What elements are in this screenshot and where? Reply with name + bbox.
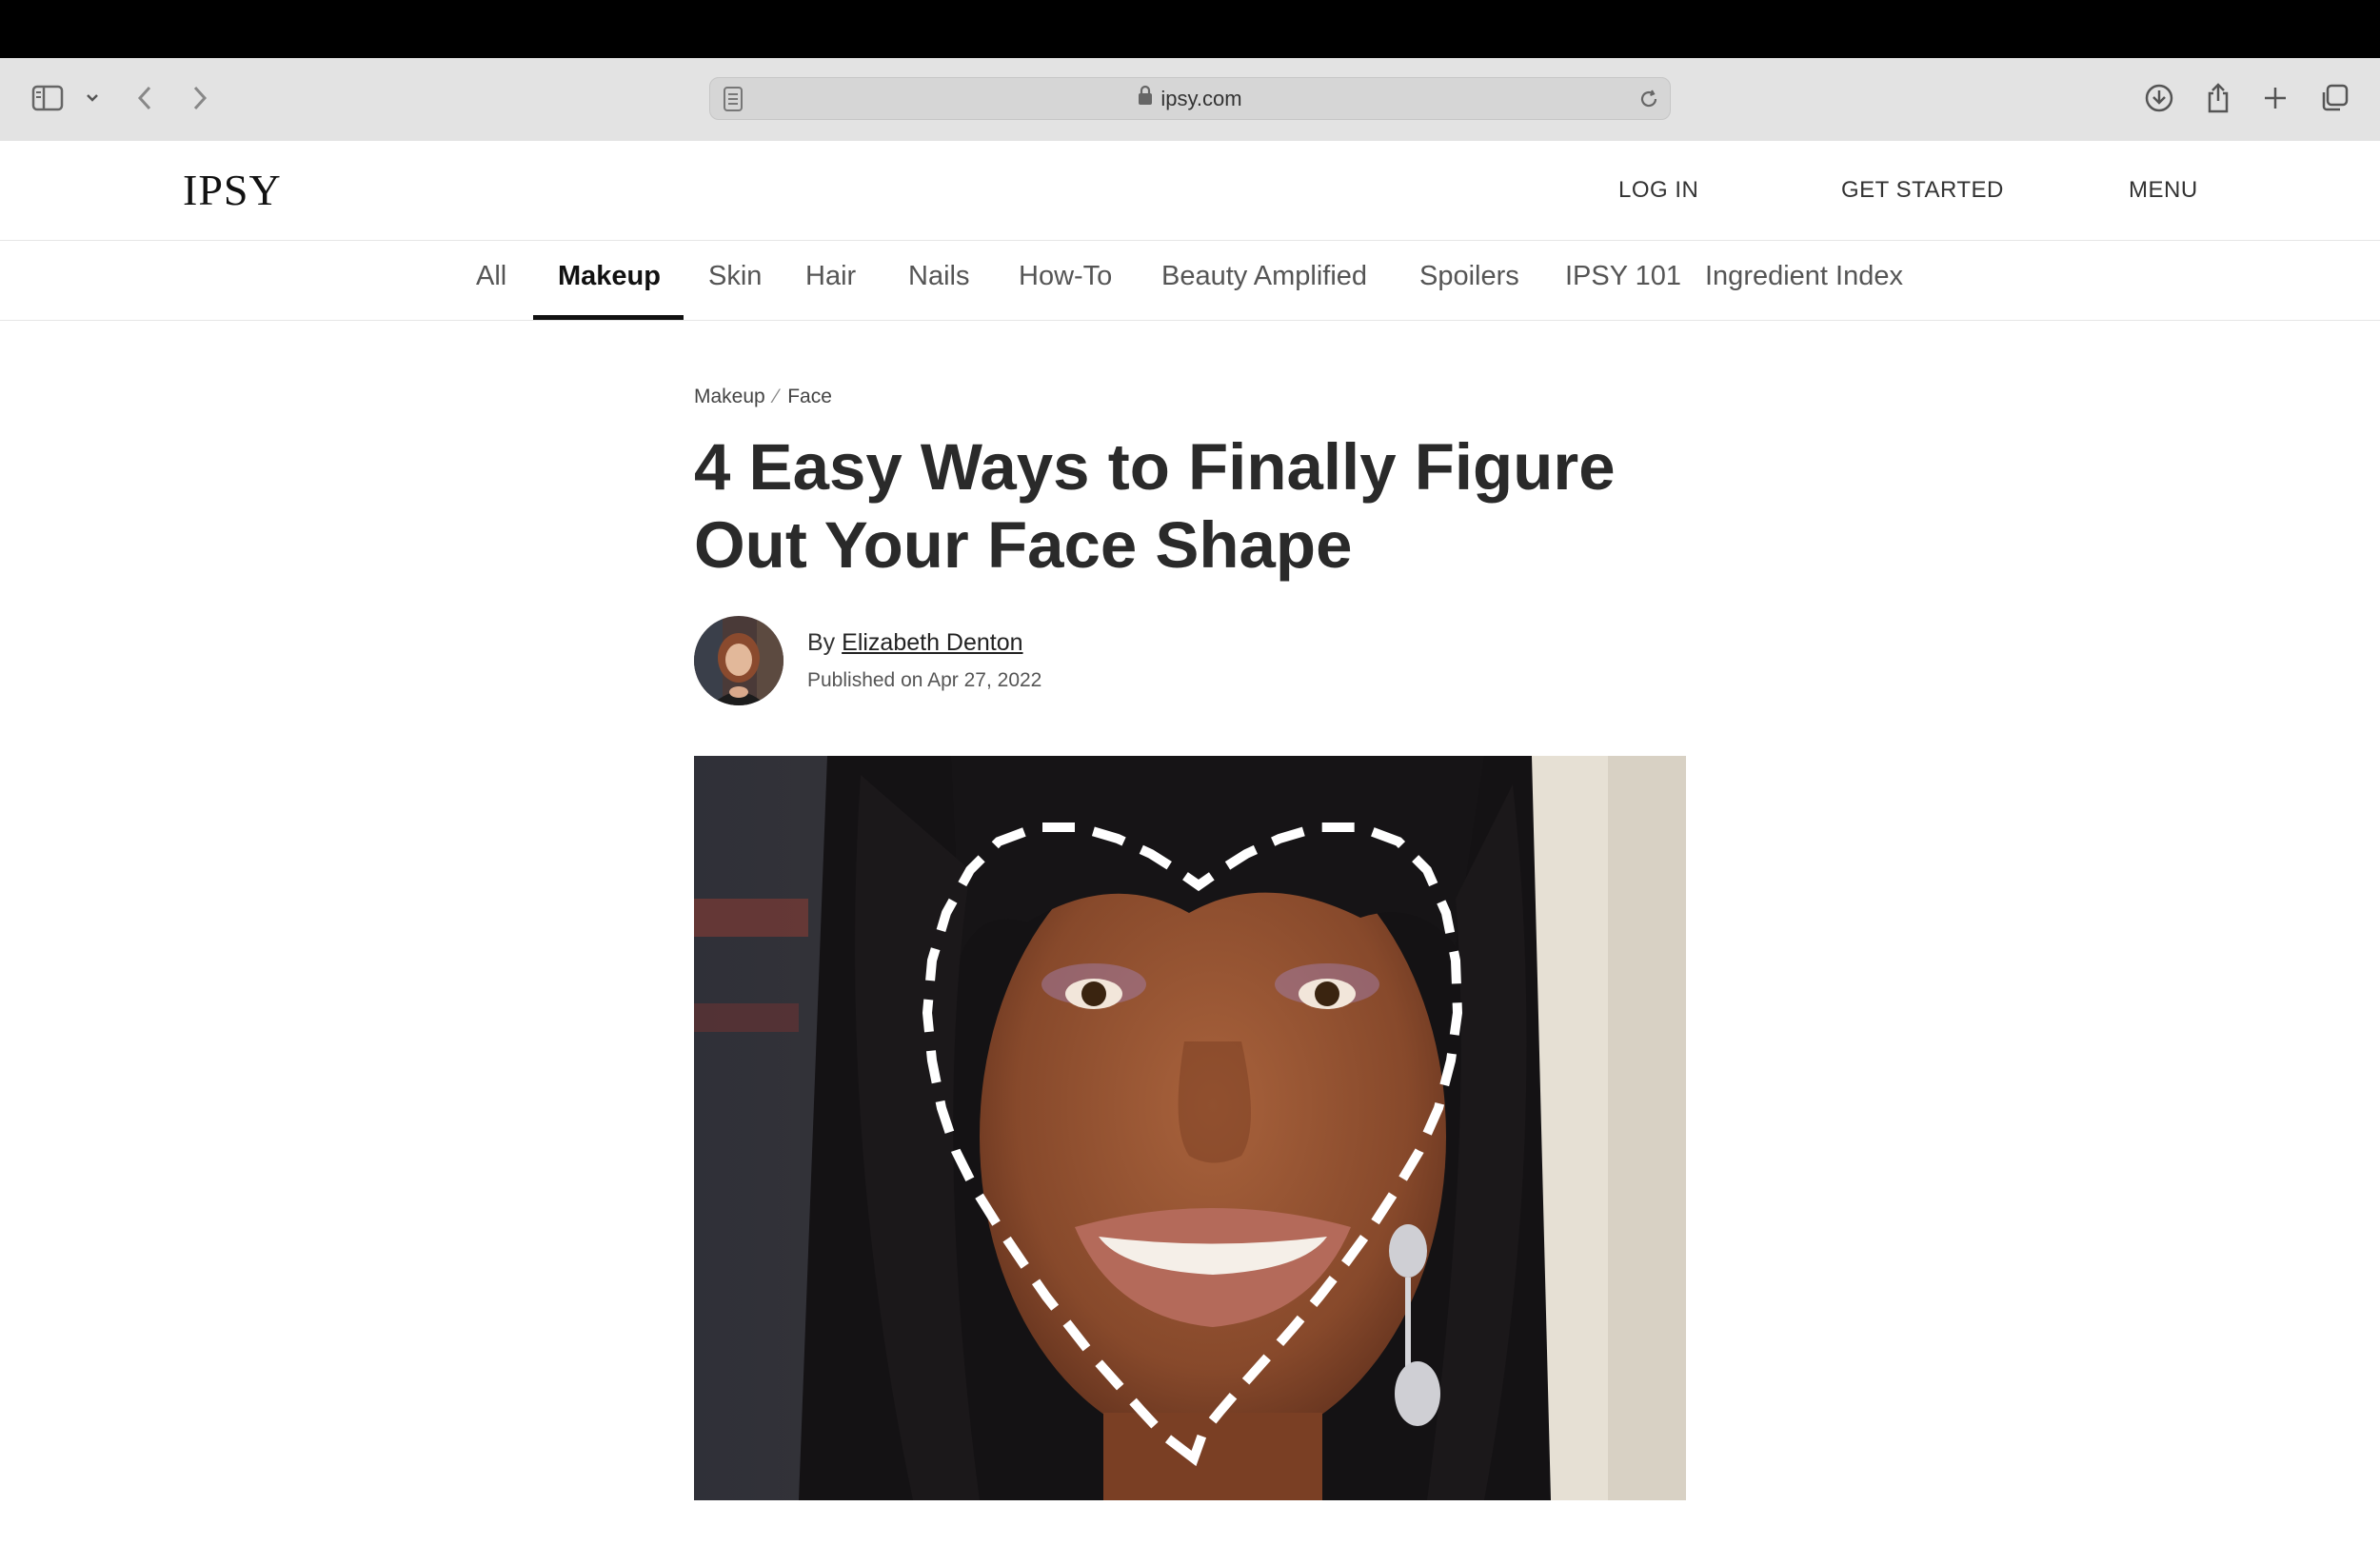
category-tab-hair[interactable]: Hair <box>805 241 856 320</box>
browser-toolbar: ipsy.com <box>0 58 2380 142</box>
category-tab-ingredient-index[interactable]: Ingredient Index <box>1705 241 1903 320</box>
system-top-bar <box>0 0 2380 58</box>
active-tab-indicator <box>533 315 684 320</box>
hero-image <box>694 756 1686 1500</box>
category-tab-makeup[interactable]: Makeup <box>558 241 661 320</box>
category-nav: All Makeup Skin Hair Nails How-To Beauty… <box>0 241 2380 321</box>
category-tab-beauty-amplified[interactable]: Beauty Amplified <box>1161 241 1367 320</box>
forward-icon[interactable] <box>177 75 223 121</box>
download-icon[interactable] <box>2136 75 2182 121</box>
breadcrumb-makeup[interactable]: Makeup <box>694 386 765 407</box>
site-header: IPSY LOG IN GET STARTED MENU <box>0 141 2380 241</box>
sidebar-icon[interactable] <box>25 75 70 121</box>
url-text: ipsy.com <box>1160 87 1242 110</box>
login-link[interactable]: LOG IN <box>1618 141 1698 240</box>
category-tab-all[interactable]: All <box>476 241 506 320</box>
author-avatar[interactable] <box>694 616 783 705</box>
publish-date: Published on Apr 27, 2022 <box>807 669 1042 691</box>
category-tab-skin[interactable]: Skin <box>708 241 762 320</box>
chevron-down-icon[interactable] <box>69 75 116 121</box>
breadcrumb-separator: ⁄ <box>774 386 779 407</box>
author-link[interactable]: Elizabeth Denton <box>842 629 1022 656</box>
tabs-overview-icon[interactable] <box>2311 75 2357 121</box>
byline-prefix: By <box>807 629 836 656</box>
reload-icon[interactable] <box>1636 86 1662 117</box>
category-tab-spoilers[interactable]: Spoilers <box>1419 241 1519 320</box>
article-title: 4 Easy Ways to Finally Figure Out Your F… <box>694 430 1616 582</box>
category-tab-how-to[interactable]: How-To <box>1019 241 1112 320</box>
address-bar[interactable]: ipsy.com <box>709 77 1671 120</box>
new-tab-icon[interactable] <box>2252 75 2298 121</box>
menu-button[interactable]: MENU <box>2129 141 2198 240</box>
byline: By Elizabeth Denton <box>807 626 1023 659</box>
share-icon[interactable] <box>2195 75 2241 121</box>
get-started-link[interactable]: GET STARTED <box>1841 141 2004 240</box>
lock-icon <box>1138 78 1153 119</box>
breadcrumb: Makeup ⁄ Face <box>694 381 832 413</box>
ipsy-logo[interactable]: IPSY <box>183 162 282 219</box>
back-icon[interactable] <box>122 75 168 121</box>
category-tab-nails[interactable]: Nails <box>908 241 969 320</box>
category-tab-ipsy-101[interactable]: IPSY 101 <box>1565 241 1681 320</box>
breadcrumb-face[interactable]: Face <box>787 386 832 407</box>
